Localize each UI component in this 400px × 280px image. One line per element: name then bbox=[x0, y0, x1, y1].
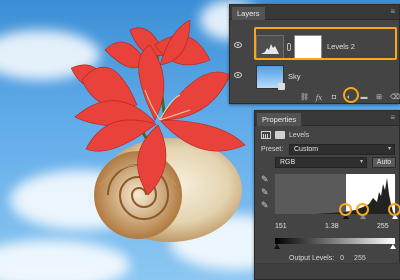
properties-tabbar: Properties ≡ bbox=[255, 111, 399, 126]
layer-row-sky[interactable]: Sky bbox=[230, 63, 400, 91]
chevron-down-icon: ▾ bbox=[387, 146, 391, 152]
smart-object-icon bbox=[278, 83, 285, 90]
histogram bbox=[275, 174, 395, 214]
properties-panel: Properties ≡ Levels Preset: Custom ▾ RGB… bbox=[254, 110, 400, 280]
properties-header: Levels bbox=[261, 129, 309, 141]
input-gray-value[interactable]: 1.38 bbox=[325, 223, 339, 230]
preset-label: Preset: bbox=[261, 146, 284, 153]
channel-row: RGB ▾ bbox=[275, 157, 367, 168]
layer-name-sky[interactable]: Sky bbox=[288, 72, 301, 81]
channel-dropdown[interactable]: RGB ▾ bbox=[275, 157, 367, 168]
output-levels-gradient bbox=[275, 238, 395, 244]
tab-properties[interactable]: Properties bbox=[257, 113, 302, 126]
preset-dropdown[interactable]: Custom ▾ bbox=[289, 144, 395, 155]
output-white-handle[interactable] bbox=[390, 244, 396, 249]
output-levels-row: Output Levels: 0 255 bbox=[289, 255, 366, 262]
highlight-white-handle bbox=[388, 203, 400, 216]
output-levels-label: Output Levels: bbox=[289, 255, 335, 262]
fx-icon[interactable]: fx bbox=[315, 94, 323, 102]
folder-icon[interactable]: ▬ bbox=[360, 94, 368, 102]
highlight-adjustment-button bbox=[343, 87, 359, 103]
highlight-levels-layer bbox=[254, 27, 397, 60]
trash-icon[interactable]: ⌫ bbox=[390, 94, 400, 102]
preset-row: Preset: Custom ▾ bbox=[261, 144, 395, 155]
gray-point-eyedropper-icon[interactable]: ✎ bbox=[261, 187, 271, 197]
mask-icon[interactable]: ◘ bbox=[330, 94, 338, 102]
white-point-eyedropper-icon[interactable]: ✎ bbox=[261, 200, 271, 210]
layers-tabbar: Layers ≡ bbox=[230, 5, 399, 20]
chevron-down-icon: ▾ bbox=[359, 159, 363, 165]
mask-icon[interactable] bbox=[275, 131, 285, 139]
visibility-eye-icon[interactable] bbox=[234, 42, 242, 48]
input-levels-slider[interactable] bbox=[275, 214, 398, 219]
output-black-value[interactable]: 0 bbox=[340, 255, 344, 262]
properties-footer bbox=[255, 263, 400, 279]
cloud bbox=[0, 240, 130, 280]
output-white-value[interactable]: 255 bbox=[354, 255, 366, 262]
auto-button[interactable]: Auto bbox=[372, 157, 396, 168]
properties-subtitle: Levels bbox=[289, 131, 310, 139]
input-white-value[interactable]: 255 bbox=[377, 223, 389, 230]
highlight-black-handle bbox=[339, 203, 352, 216]
output-black-handle[interactable] bbox=[274, 244, 280, 249]
new-layer-icon[interactable]: ⊞ bbox=[375, 94, 383, 102]
visibility-eye-icon[interactable] bbox=[234, 72, 242, 78]
flower-shell-artwork bbox=[70, 20, 246, 242]
levels-icon[interactable] bbox=[261, 131, 271, 139]
tab-layers[interactable]: Layers bbox=[232, 7, 265, 20]
link-icon[interactable]: ⛓ bbox=[300, 94, 309, 102]
channel-value: RGB bbox=[280, 159, 296, 166]
highlight-gray-handle bbox=[356, 203, 369, 216]
black-point-eyedropper-icon[interactable]: ✎ bbox=[261, 174, 271, 184]
panel-menu-icon[interactable]: ≡ bbox=[390, 7, 395, 17]
panel-menu-icon[interactable]: ≡ bbox=[390, 113, 395, 123]
input-black-value[interactable]: 151 bbox=[275, 223, 287, 230]
preset-value: Custom bbox=[294, 146, 319, 153]
